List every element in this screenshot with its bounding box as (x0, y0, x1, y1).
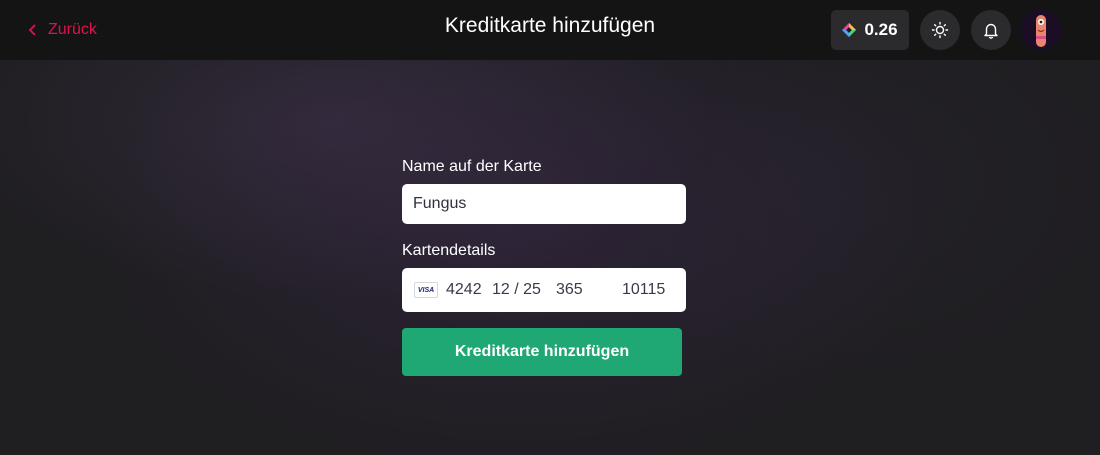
back-link[interactable]: Zurück (28, 18, 97, 42)
balance-badge[interactable]: 0.26 (831, 10, 909, 50)
avatar-image (1021, 10, 1061, 50)
theme-toggle-button[interactable] (920, 10, 960, 50)
add-card-button[interactable]: Kreditkarte hinzufügen (402, 328, 682, 376)
card-details-field[interactable]: VISA 4242 12 / 25 365 10115 (402, 268, 686, 312)
cardholder-name-value: Fungus (413, 195, 467, 212)
name-label: Name auf der Karte (402, 158, 542, 175)
card-expiry-input[interactable]: 12 / 25 (492, 281, 556, 299)
cardholder-name-field[interactable]: Fungus (402, 184, 686, 224)
back-label: Zurück (48, 21, 97, 38)
card-cvc-input[interactable]: 365 (556, 281, 622, 299)
card-number-input[interactable]: 4242 (446, 281, 486, 299)
top-bar: Zurück Kreditkarte hinzufügen 0.26 (0, 0, 1100, 60)
chevron-left-icon (28, 24, 36, 36)
coin-icon (842, 23, 857, 37)
notifications-button[interactable] (971, 10, 1011, 50)
card-details-label: Kartendetails (402, 242, 496, 259)
sun-icon (931, 21, 949, 39)
visa-icon: VISA (414, 282, 438, 298)
bell-icon (984, 23, 998, 39)
card-zip-input[interactable]: 10115 (622, 281, 672, 299)
balance-value: 0.26 (864, 20, 898, 39)
main-area (0, 60, 1100, 455)
avatar[interactable] (1021, 10, 1061, 50)
